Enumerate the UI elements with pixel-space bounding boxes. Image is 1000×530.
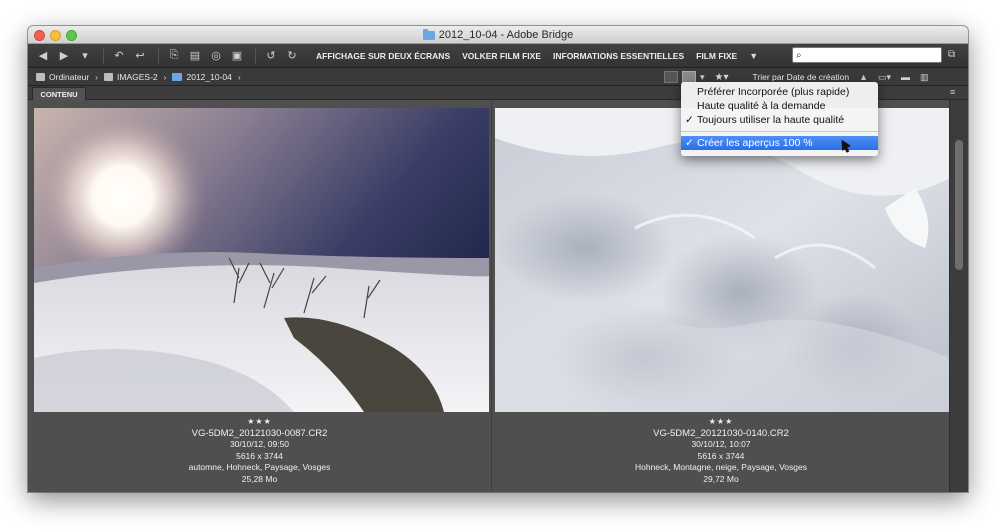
breadcrumb-separator-icon: › [163,71,167,82]
breadcrumb-separator-icon: › [237,71,241,82]
thumbnail-datetime: 30/10/12, 10:07 [691,439,751,449]
open-in-camera-raw-icon[interactable]: ◎ [207,48,225,64]
thumbnail-metadata: ★★★ VG-5DM2_20121030-0087.CR2 30/10/12, … [28,416,491,485]
breadcrumb-separator-icon: › [95,71,99,82]
compact-mode-icon[interactable]: ⧉ [948,49,955,60]
grid-view-button[interactable] [664,71,678,83]
rotate-left-icon[interactable]: ↺ [262,48,280,64]
minimize-window-button[interactable] [50,30,61,41]
thumbnail-filename[interactable]: VG-5DM2_20121030-0140.CR2 [493,428,949,440]
thumbnail-keywords: Hohneck, Montagne, neige, Paysage, Vosge… [634,462,807,472]
go-parent-icon[interactable]: ↶ [110,48,128,64]
window-title: 2012_10-04 - Adobe Bridge [438,29,574,41]
workspace-switcher: AFFICHAGE SUR DEUX ÉCRANS VOLKER FILM FI… [316,51,770,61]
workspace-essentials[interactable]: INFORMATIONS ESSENTIELLES [553,51,684,61]
rating-stars[interactable]: ★★★ [28,416,491,428]
folder-icon [422,28,435,40]
checkmark-icon: ✓ [685,114,694,126]
photo-snowy-ridge [34,108,489,412]
open-recent-folder-icon[interactable]: ▭▾ [878,72,891,83]
workspace-volker-film[interactable]: VOLKER FILM FIXE [462,51,541,61]
toolbar-divider [103,47,104,64]
thumbnail-filesize: 29,72 Mo [703,473,739,484]
menu-item-always-hq[interactable]: ✓ Toujours utiliser la haute qualité [681,113,878,127]
preview-quality-chevron-icon[interactable]: ▾ [700,72,705,83]
folder-icon [172,72,183,81]
get-photos-icon[interactable]: ⎘ [165,48,183,64]
menu-divider [681,131,878,132]
vertical-scrollbar[interactable] [949,100,968,492]
sort-dropdown[interactable]: Trier par Date de création [753,72,850,82]
search-field[interactable]: ⌕ [792,47,942,63]
thumbnail-filename[interactable]: VG-5DM2_20121030-0087.CR2 [28,428,491,440]
breadcrumb-current-folder[interactable]: 2012_10-04 [172,72,232,82]
toolbar-divider [255,47,256,64]
thumbnail-dimensions: 5616 x 3744 [236,450,283,461]
breadcrumb-computer[interactable]: Ordinateur [36,72,89,82]
menu-item-hq-on-demand[interactable]: Haute qualité à la demande [681,99,878,113]
bridge-window: 2012_10-04 - Adobe Bridge ◀ ▶ ▾ ↶ ↩ ⎘ ▤ … [28,26,968,492]
thumbnail-datetime: 30/10/12, 09:50 [229,439,290,449]
workspace-menu-chevron-icon[interactable]: ▼ [749,51,758,61]
new-folder-icon[interactable]: ▬ [901,72,910,82]
output-icon[interactable]: ▣ [228,48,246,64]
thumbnail-dimensions: 5616 x 3744 [697,450,745,461]
workspace-dual-screen[interactable]: AFFICHAGE SUR DEUX ÉCRANS [316,51,450,61]
breadcrumb-images2[interactable]: IMAGES-2 [104,72,158,82]
toolbar: ◀ ▶ ▾ ↶ ↩ ⎘ ▤ ◎ ▣ ↺ ↻ AFFICHAGE SUR DEUX… [28,44,968,68]
trash-icon[interactable]: ▥ [920,72,929,83]
sort-order-chevron-up-icon[interactable]: ▲ [859,72,868,82]
drive-icon [104,72,114,81]
thumbnail-image-snowy-ridge-sun[interactable] [34,108,489,412]
history-dropdown-icon[interactable]: ▾ [76,48,94,64]
panel-menu-icon[interactable]: ≡ [950,87,955,97]
back-icon[interactable]: ◀ [34,48,52,64]
forward-icon[interactable]: ▶ [55,48,73,64]
thumbnail-item[interactable]: ★★★ VG-5DM2_20121030-0087.CR2 30/10/12, … [28,100,492,492]
title-bar: 2012_10-04 - Adobe Bridge [28,26,968,44]
rating-stars[interactable]: ★★★ [493,416,949,428]
menu-item-prefer-embedded[interactable]: Préférer Incorporée (plus rapide) [681,85,878,99]
close-window-button[interactable] [34,30,45,41]
zoom-window-button[interactable] [66,30,77,41]
return-icon[interactable]: ↩ [131,48,149,64]
thumbnail-keywords: automne, Hohneck, Paysage, Vosges [188,462,331,472]
scrollbar-thumb[interactable] [955,140,963,270]
tab-content[interactable]: CONTENU [32,87,86,100]
thumbnail-metadata: ★★★ VG-5DM2_20121030-0140.CR2 30/10/12, … [493,416,949,485]
refine-icon[interactable]: ▤ [186,48,204,64]
checkmark-icon: ✓ [685,137,694,149]
workspace-film-fixe[interactable]: FILM FIXE [696,51,737,61]
rotate-right-icon[interactable]: ↻ [283,48,301,64]
search-input[interactable] [805,50,926,60]
rating-filter-star-icon[interactable]: ★▾ [715,72,729,83]
thumbnail-item[interactable]: ★★★ VG-5DM2_20121030-0140.CR2 30/10/12, … [493,100,950,492]
search-icon: ⌕ [796,49,802,61]
toolbar-divider [158,47,159,64]
content-panel: ★★★ VG-5DM2_20121030-0087.CR2 30/10/12, … [28,100,968,492]
thumbnail-filesize: 25,28 Mo [241,473,278,484]
computer-icon [36,72,45,81]
